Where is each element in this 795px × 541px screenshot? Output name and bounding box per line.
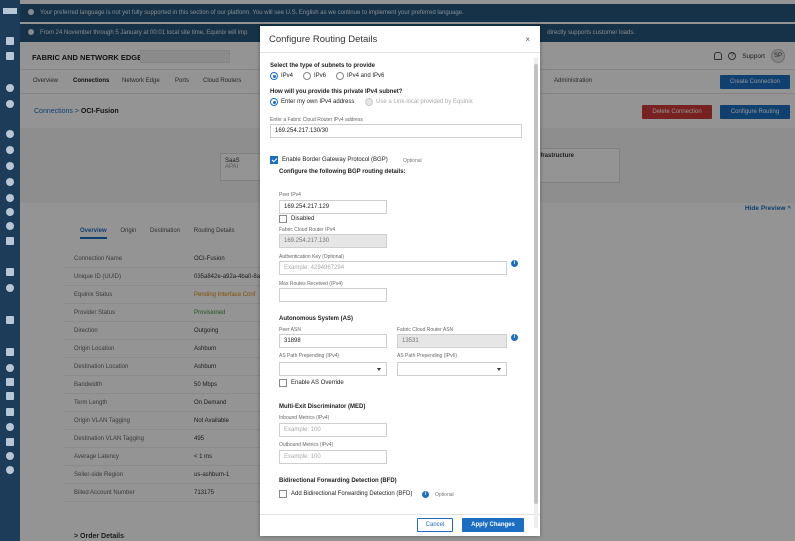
radio-ipv4-and-ipv6[interactable]: IPv4 and IPv6 bbox=[336, 72, 384, 80]
as-prepend-ipv4-label: AS Path Prepending (IPv4) bbox=[279, 353, 340, 359]
fcr-ipv4-label: Enter a Fabric Cloud Router IPv4 address bbox=[270, 117, 363, 123]
storage-icon[interactable] bbox=[6, 378, 14, 386]
radio-link-local[interactable]: Use a Link-local provided by Equinix bbox=[365, 98, 473, 106]
divider bbox=[260, 52, 540, 53]
modal-title: Configure Routing Details bbox=[269, 34, 378, 45]
radio-own-ipv4[interactable]: Enter my own IPv4 address bbox=[270, 98, 354, 106]
tools-icon[interactable] bbox=[6, 316, 14, 324]
modal-footer: Cancel Apply Changes bbox=[260, 514, 540, 536]
check-icon[interactable] bbox=[6, 392, 14, 400]
chat-icon[interactable] bbox=[6, 452, 14, 460]
users-icon[interactable] bbox=[6, 284, 14, 292]
cancel-button[interactable]: Cancel bbox=[417, 518, 453, 532]
radio-ipv4-ipv6-label: IPv4 and IPv6 bbox=[347, 73, 385, 79]
inbound-metrics-input[interactable]: Example: 100 bbox=[279, 423, 387, 437]
bgp-label: Enable Border Gateway Protocol (BGP) bbox=[282, 157, 388, 163]
bfd-label: Add Bidirectional Forwarding Detection (… bbox=[291, 491, 413, 497]
fcr-router-ipv4-input: 169.254.217.130 bbox=[279, 234, 387, 248]
max-routes-input[interactable] bbox=[279, 288, 387, 302]
disabled-label: Disabled bbox=[291, 216, 315, 222]
outbound-metrics-label: Outbound Metrics (IPv4) bbox=[279, 442, 334, 448]
radio-disabled-icon bbox=[365, 98, 373, 106]
as-override-label: Enable AS Override bbox=[291, 380, 344, 386]
monitor-icon[interactable] bbox=[6, 348, 14, 356]
radio-ipv4[interactable]: IPv4 bbox=[270, 72, 293, 80]
close-icon[interactable]: × bbox=[525, 35, 530, 44]
building-icon[interactable] bbox=[6, 237, 14, 245]
info-icon[interactable]: i bbox=[422, 491, 429, 498]
left-nav-rail bbox=[0, 0, 20, 541]
as-prepend-ipv4-select[interactable] bbox=[279, 362, 387, 376]
as-prepend-ipv6-label: AS Path Prepending (IPv6) bbox=[397, 353, 458, 359]
radio-ipv4-label: IPv4 bbox=[281, 73, 294, 79]
chart-icon[interactable] bbox=[6, 438, 14, 446]
bgp-config-label: Configure the following BGP routing deta… bbox=[279, 169, 406, 175]
radio-icon bbox=[336, 72, 344, 80]
divider bbox=[260, 514, 540, 515]
as-heading: Autonomous System (AS) bbox=[279, 316, 354, 322]
extensions-icon[interactable] bbox=[6, 423, 14, 431]
nav-icon-1[interactable] bbox=[6, 130, 14, 138]
dashboard-icon[interactable] bbox=[6, 52, 14, 60]
med-heading: Multi-Exit Discriminator (MED) bbox=[279, 404, 366, 410]
wifi-icon[interactable] bbox=[6, 466, 14, 474]
bgp-checkbox[interactable] bbox=[270, 156, 278, 164]
report-icon[interactable] bbox=[6, 408, 14, 416]
auth-key-input[interactable]: Example: 4294967294 bbox=[279, 261, 507, 275]
network-icon[interactable] bbox=[6, 84, 14, 92]
radio-selected-icon bbox=[270, 98, 278, 106]
as-override-checkbox[interactable] bbox=[279, 379, 287, 387]
peer-asn-input[interactable]: 31898 bbox=[279, 334, 387, 348]
radio-link-local-label: Use a Link-local provided by Equinix bbox=[376, 99, 473, 105]
fcr-asn-input: 13531 bbox=[397, 334, 507, 348]
inbound-metrics-label: Inbound Metrics (IPv4) bbox=[279, 415, 330, 421]
bfd-optional: Optional bbox=[435, 492, 454, 498]
radio-ipv6[interactable]: IPv6 bbox=[303, 72, 326, 80]
subnet-type-label: Select the type of subnets to provide bbox=[270, 63, 376, 69]
peer-ipv4-input[interactable]: 169.254.217.129 bbox=[279, 200, 387, 214]
nav-icon-4[interactable] bbox=[6, 178, 14, 186]
bfd-checkbox[interactable] bbox=[279, 490, 287, 498]
fcr-router-ipv4-label: Fabric Cloud Router IPv4 bbox=[279, 227, 336, 233]
disabled-checkbox[interactable] bbox=[279, 215, 287, 223]
equinix-logo-icon bbox=[3, 8, 17, 14]
max-routes-label: Max Routes Received (IPv4) bbox=[279, 281, 343, 287]
radio-ipv6-label: IPv6 bbox=[314, 73, 327, 79]
info-icon[interactable]: i bbox=[511, 260, 518, 267]
peer-ipv4-label: Peer IPv4 bbox=[279, 192, 301, 198]
nav-icon-5[interactable] bbox=[6, 194, 14, 202]
configure-routing-modal: Configure Routing Details × Select the t… bbox=[260, 26, 540, 536]
settings-icon[interactable] bbox=[6, 100, 14, 108]
modal-scrollbar-thumb[interactable] bbox=[534, 64, 538, 504]
provide-subnet-label: How will you provide this private IPv4 s… bbox=[270, 89, 403, 95]
heart-icon[interactable] bbox=[6, 364, 14, 372]
radio-selected-icon bbox=[270, 72, 278, 80]
nav-icon-3[interactable] bbox=[6, 162, 14, 170]
home-icon[interactable] bbox=[6, 37, 14, 45]
fcr-ipv4-input[interactable]: 169.254.217.130/30 bbox=[270, 124, 522, 138]
nav-icon-6[interactable] bbox=[6, 208, 14, 216]
nav-icon-2[interactable] bbox=[6, 146, 14, 154]
as-prepend-ipv6-select[interactable] bbox=[397, 362, 507, 376]
radio-icon bbox=[303, 72, 311, 80]
fcr-asn-label: Fabric Cloud Router ASN bbox=[397, 327, 454, 333]
info-icon[interactable]: i bbox=[511, 334, 518, 341]
billing-icon[interactable] bbox=[6, 268, 14, 276]
radio-own-ipv4-label: Enter my own IPv4 address bbox=[281, 99, 355, 105]
auth-key-label: Authentication Key (Optional) bbox=[279, 254, 345, 260]
outbound-metrics-input[interactable]: Example: 100 bbox=[279, 450, 387, 464]
location-icon[interactable] bbox=[6, 222, 14, 230]
bfd-heading: Bidirectional Forwarding Detection (BFD) bbox=[279, 478, 397, 484]
bgp-optional: Optional bbox=[403, 158, 422, 164]
apply-changes-button[interactable]: Apply Changes bbox=[462, 518, 524, 532]
peer-asn-label: Peer ASN bbox=[279, 327, 301, 333]
